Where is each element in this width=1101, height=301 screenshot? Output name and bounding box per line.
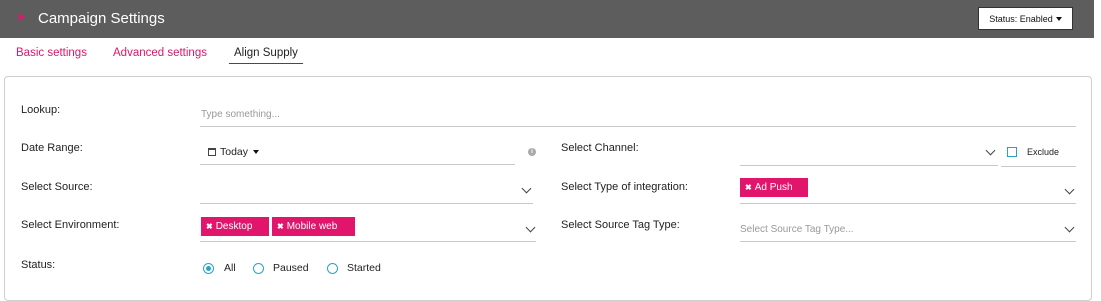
status-radio-paused[interactable] <box>253 263 264 274</box>
caret-down-icon <box>1055 16 1062 21</box>
integration-tag[interactable]: ✖ Ad Push <box>740 178 808 197</box>
environment-tag-mobile-web[interactable]: ✖ Mobile web <box>272 217 355 236</box>
close-icon[interactable]: ✖ <box>206 222 213 231</box>
integration-select-underline[interactable] <box>740 203 1076 204</box>
environment-label: Select Environment: <box>21 219 120 231</box>
environment-tag-label: Desktop <box>215 221 253 232</box>
source-label: Select Source: <box>21 181 93 193</box>
caret-down-icon <box>253 150 260 154</box>
exclude-checkbox[interactable] <box>1007 147 1017 157</box>
source-tag-type-select[interactable]: Select Source Tag Type... <box>740 224 854 235</box>
collapse-toggle-icon[interactable] <box>19 13 25 21</box>
date-range-value: Today <box>220 146 249 158</box>
status-option-all[interactable]: All <box>224 262 236 274</box>
environment-tag-desktop[interactable]: ✖ Desktop <box>201 217 269 236</box>
settings-panel <box>4 76 1092 301</box>
lookup-input-underline <box>200 126 1076 127</box>
lookup-input[interactable]: Type something... <box>201 109 280 120</box>
info-icon[interactable]: i <box>528 148 536 156</box>
page-header: Campaign Settings Status: Enabled <box>0 0 1094 38</box>
status-label: Status: <box>21 259 56 271</box>
date-range-label: Date Range: <box>21 142 83 154</box>
source-tag-type-underline <box>740 241 1076 242</box>
tab-align-supply[interactable]: Align Supply <box>234 47 298 59</box>
status-option-paused[interactable]: Paused <box>273 262 309 274</box>
calendar-icon <box>208 148 216 156</box>
page-title: Campaign Settings <box>38 10 165 27</box>
status-dropdown-button[interactable]: Status: Enabled <box>978 7 1073 30</box>
status-label: Status: Enabled <box>989 13 1053 24</box>
integration-tag-label: Ad Push <box>754 182 793 193</box>
exclude-underline <box>1001 166 1076 167</box>
exclude-label: Exclude <box>1027 147 1060 157</box>
tab-advanced-settings[interactable]: Advanced settings <box>113 47 207 59</box>
channel-label: Select Channel: <box>561 142 639 154</box>
channel-select-underline[interactable] <box>740 165 998 166</box>
environment-select-underline[interactable] <box>200 241 536 242</box>
source-select-underline[interactable] <box>200 203 533 204</box>
active-tab-indicator <box>229 63 303 64</box>
date-range-dropdown[interactable]: Today <box>208 146 260 158</box>
date-range-underline <box>200 164 515 165</box>
source-tag-type-label: Select Source Tag Type: <box>561 219 680 231</box>
status-option-started[interactable]: Started <box>347 262 381 274</box>
tab-basic-settings[interactable]: Basic settings <box>16 47 87 59</box>
status-radio-all[interactable] <box>203 263 214 274</box>
environment-tag-label: Mobile web <box>286 221 338 232</box>
status-radio-started[interactable] <box>327 263 338 274</box>
close-icon[interactable]: ✖ <box>745 183 752 192</box>
lookup-label: Lookup: <box>21 104 61 116</box>
close-icon[interactable]: ✖ <box>277 222 284 231</box>
integration-label: Select Type of integration: <box>561 181 688 193</box>
